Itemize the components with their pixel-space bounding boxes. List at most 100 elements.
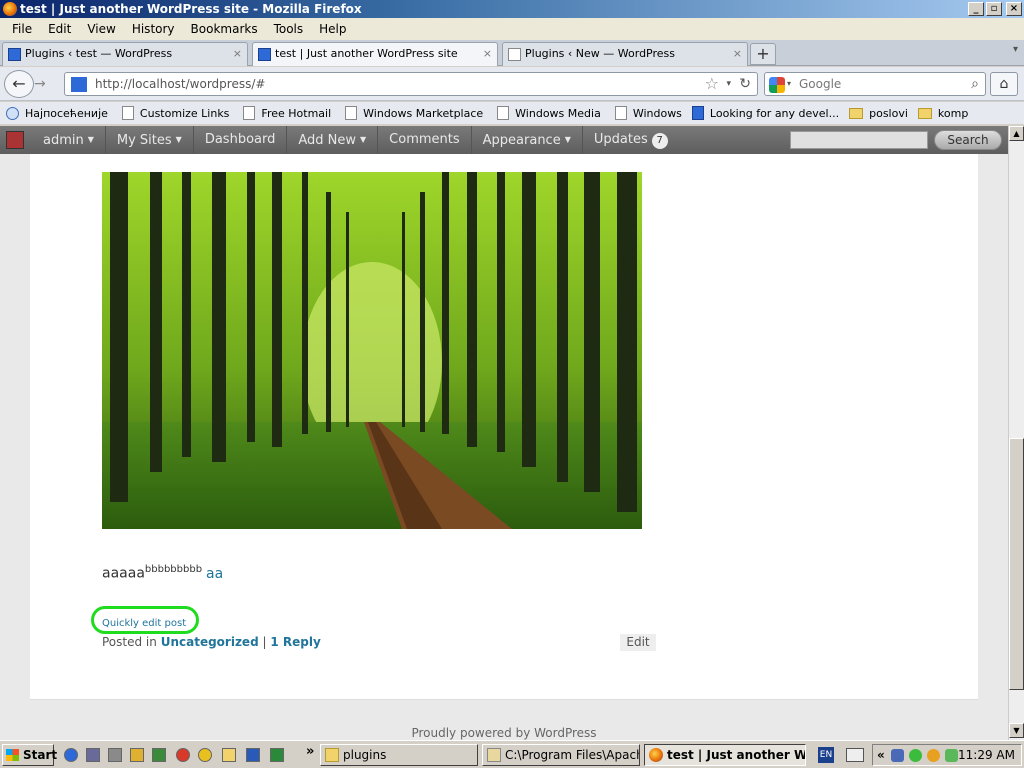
google-engine-icon[interactable]: [769, 77, 785, 93]
bookmark-star-icon[interactable]: ☆: [705, 73, 719, 95]
taskbar-firefox[interactable]: test | Just another W...: [644, 744, 806, 766]
nvidia-icon[interactable]: [86, 748, 100, 762]
new-tab-button[interactable]: +: [750, 43, 776, 65]
bookmark-windows[interactable]: Windows: [614, 106, 682, 120]
search-bar[interactable]: ▾ Google ⌕: [764, 72, 986, 96]
calculator-icon[interactable]: [108, 748, 122, 762]
forward-button[interactable]: →: [34, 74, 56, 94]
scrollbar-thumb[interactable]: [1009, 438, 1024, 690]
bookmark-windows-media[interactable]: Windows Media: [497, 106, 601, 120]
url-history-dropdown-icon[interactable]: ▾: [726, 73, 731, 95]
back-button[interactable]: ←: [4, 70, 34, 98]
post-superscript: bbbbbbbbb: [144, 564, 203, 575]
yahoo-icon: [691, 106, 704, 120]
network-icon[interactable]: [891, 749, 904, 762]
bookmark-label: Windows Marketplace: [363, 106, 484, 120]
explorer-icon: [487, 748, 501, 762]
caret-down-icon: ▼: [87, 135, 94, 144]
tab-close-icon[interactable]: ×: [233, 43, 242, 65]
adminbar-updates[interactable]: Updates 7: [583, 126, 679, 154]
tab-plugins-test[interactable]: Plugins ‹ test — WordPress ×: [2, 42, 248, 66]
media-player-icon[interactable]: [198, 748, 212, 762]
page-favicon-icon: [508, 48, 521, 61]
volume-icon[interactable]: [945, 749, 958, 762]
search-input[interactable]: Google: [799, 73, 841, 95]
menu-history[interactable]: History: [124, 22, 183, 36]
bookmark-customize-links[interactable]: Customize Links: [121, 106, 229, 120]
app-icon[interactable]: [152, 748, 166, 762]
bookmark-label: Windows Media: [515, 106, 601, 120]
taskbar-apache[interactable]: C:\Program Files\Apache...: [482, 744, 640, 766]
ie-icon[interactable]: [64, 748, 78, 762]
vertical-scrollbar[interactable]: ▲ ▼: [1008, 126, 1024, 740]
tab-close-icon[interactable]: ×: [483, 43, 492, 65]
quicklaunch-more-icon[interactable]: »: [306, 744, 314, 759]
url-bar[interactable]: http://localhost/wordpress/# ☆ ▾ ↻: [64, 72, 758, 96]
menu-bookmarks[interactable]: Bookmarks: [183, 22, 266, 36]
scroll-up-icon[interactable]: ▲: [1009, 126, 1024, 141]
chrome-icon[interactable]: [176, 748, 190, 762]
start-button[interactable]: Start: [2, 744, 58, 766]
menu-help[interactable]: Help: [311, 22, 354, 36]
reload-icon[interactable]: ↻: [739, 73, 751, 95]
adminbar-label: Updates: [593, 132, 648, 147]
start-label: Start: [23, 748, 58, 762]
adminbar-add-new[interactable]: Add New ▼: [287, 126, 379, 154]
adminbar-admin[interactable]: admin ▼: [32, 126, 106, 154]
adminbar-search-button[interactable]: Search: [934, 130, 1002, 150]
bookmark-looking-for-dev[interactable]: Looking for any devel...: [691, 106, 839, 120]
avatar[interactable]: [6, 131, 24, 149]
tab-plugins-new[interactable]: Plugins ‹ New — WordPress ×: [502, 42, 748, 66]
close-button[interactable]: ×: [1006, 2, 1022, 16]
forest-image: [102, 172, 642, 529]
tab-bar: Plugins ‹ test — WordPress × test | Just…: [0, 40, 1024, 66]
window-controls: _ ▫ ×: [968, 2, 1022, 16]
tab-test-site[interactable]: test | Just another WordPress site ×: [252, 42, 498, 66]
menu-file[interactable]: File: [4, 22, 40, 36]
post-link[interactable]: aa: [206, 566, 223, 582]
menu-tools[interactable]: Tools: [266, 22, 312, 36]
tray-expand-icon[interactable]: «: [877, 745, 885, 765]
excel-icon[interactable]: [270, 748, 284, 762]
security-icon[interactable]: [909, 749, 922, 762]
maximize-button[interactable]: ▫: [986, 2, 1002, 16]
category-link[interactable]: Uncategorized: [161, 635, 259, 649]
minimize-button[interactable]: _: [968, 2, 984, 16]
adminbar-dashboard[interactable]: Dashboard: [194, 126, 288, 154]
edit-post-link[interactable]: Edit: [620, 634, 656, 651]
post-meta: Posted in Uncategorized | 1 Reply: [102, 635, 321, 649]
adminbar-search-input[interactable]: [790, 131, 928, 149]
post-text: aaaaa: [102, 565, 145, 582]
language-indicator[interactable]: EN: [818, 747, 834, 763]
search-icon[interactable]: ⌕: [971, 73, 979, 95]
menu-edit[interactable]: Edit: [40, 22, 79, 36]
taskbar-plugins[interactable]: plugins: [320, 744, 478, 766]
tab-close-icon[interactable]: ×: [733, 43, 742, 65]
bookmarks-toolbar: Најпосећеније Customize Links Free Hotma…: [0, 102, 1024, 124]
folder-icon: [917, 107, 932, 119]
bookmark-folder-poslovi[interactable]: poslovi: [849, 107, 908, 120]
update-icon[interactable]: [927, 749, 940, 762]
word-icon[interactable]: [246, 748, 260, 762]
engine-dropdown-icon[interactable]: ▾: [787, 73, 791, 95]
quick-edit-link[interactable]: Quickly edit post: [102, 618, 186, 629]
menu-view[interactable]: View: [79, 22, 123, 36]
url-input[interactable]: http://localhost/wordpress/#: [95, 73, 265, 95]
scroll-down-icon[interactable]: ▼: [1009, 723, 1024, 738]
reply-link[interactable]: 1 Reply: [270, 635, 320, 649]
folder-icon[interactable]: [222, 748, 236, 762]
bookmark-folder-komp[interactable]: komp: [917, 107, 968, 120]
site-identity-icon[interactable]: [71, 77, 87, 92]
bookmark-windows-marketplace[interactable]: Windows Marketplace: [345, 106, 483, 120]
adminbar-comments[interactable]: Comments: [378, 126, 472, 154]
bookmark-most-visited[interactable]: Најпосећеније: [6, 106, 108, 120]
adminbar-my-sites[interactable]: My Sites ▼: [106, 126, 194, 154]
site-footer: Proudly powered by WordPress: [411, 726, 597, 740]
tab-list-chevron-icon[interactable]: ▾: [1013, 44, 1018, 55]
home-button[interactable]: ⌂: [990, 72, 1018, 96]
adminbar-appearance[interactable]: Appearance ▼: [472, 126, 583, 154]
bookmark-free-hotmail[interactable]: Free Hotmail: [243, 106, 331, 120]
keyboard-icon[interactable]: [846, 748, 864, 762]
tools-icon[interactable]: [130, 748, 144, 762]
tab-label: test | Just another WordPress site: [275, 47, 458, 60]
